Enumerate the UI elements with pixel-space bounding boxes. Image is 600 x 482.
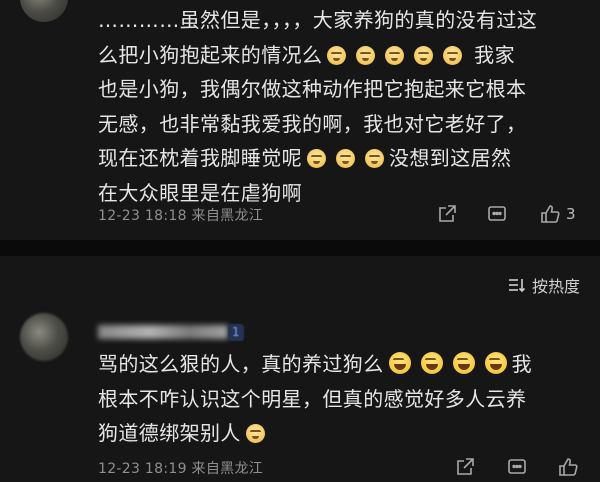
comment-location: 来自黑龙江	[191, 461, 264, 477]
share-icon	[439, 205, 456, 222]
share-button[interactable]	[436, 203, 458, 225]
comment-button[interactable]	[506, 456, 528, 478]
like-count: 3	[566, 205, 576, 223]
laughing-face-emoji	[452, 352, 475, 374]
comment-text: 骂的这么狠的人，真的养过狗么我 根本不咋认识这个明星，但真的感觉好多人云养 狗道…	[98, 352, 533, 445]
laughing-face-emoji	[388, 352, 411, 374]
smiling-face-emoji	[327, 45, 347, 65]
like-icon	[541, 205, 560, 223]
avatar[interactable]	[20, 0, 68, 22]
smiling-face-emoji	[365, 149, 384, 168]
smiling-face-emoji	[443, 45, 463, 65]
smiling-face-emoji	[307, 149, 326, 168]
like-button[interactable]: 3	[539, 203, 576, 225]
comment-card-1: …………虽然但是，，，，大家养狗的真的没有过这 么把小狗抱起来的情况么 我家 也…	[0, 0, 600, 240]
sort-label: 按热度	[531, 277, 580, 296]
laughing-face-emoji	[484, 352, 507, 374]
like-icon	[559, 458, 578, 476]
smiling-face-emoji	[385, 45, 405, 65]
comment-icon	[508, 459, 526, 474]
smiling-face-emoji	[336, 149, 355, 168]
divider	[0, 240, 600, 256]
like-button[interactable]	[557, 456, 579, 478]
comment-date: 12-23 18:18	[98, 208, 187, 224]
comment-card-2: 按热度 1 骂的这么狠的人，真的养过狗么我 根本不咋认识这个明星，但真的感觉好多…	[0, 256, 600, 482]
share-icon	[457, 458, 474, 475]
smiling-face-emoji	[245, 424, 265, 443]
comment-meta: 12-23 18:19 来自黑龙江	[98, 458, 263, 478]
comment-location: 来自黑龙江	[191, 208, 264, 224]
avatar[interactable]	[20, 313, 68, 361]
laughing-face-emoji	[420, 352, 443, 374]
comment-date: 12-23 18:19	[98, 461, 187, 477]
smiling-face-emoji	[356, 45, 376, 65]
comment-meta: 12-23 18:18 来自黑龙江	[98, 205, 263, 225]
sort-by-hot-button[interactable]: 按热度	[507, 273, 580, 297]
comment-icon	[488, 206, 506, 221]
user-level-badge: 1	[228, 324, 244, 341]
sort-icon	[508, 279, 525, 293]
username-redacted[interactable]	[98, 325, 228, 339]
smiling-face-emoji	[414, 45, 434, 65]
share-button[interactable]	[454, 456, 476, 478]
comment-text: …………虽然但是，，，，大家养狗的真的没有过这 么把小狗抱起来的情况么 我家 也…	[98, 8, 538, 205]
comment-button[interactable]	[486, 203, 508, 225]
